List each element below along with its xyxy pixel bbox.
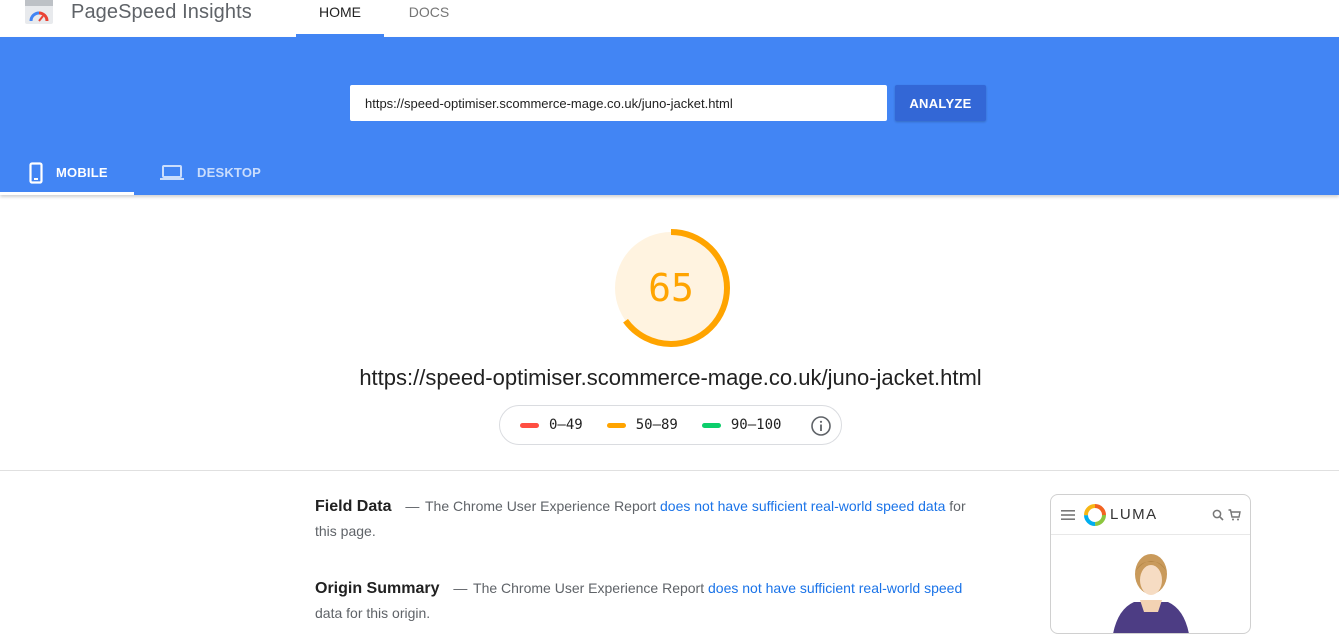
legend-label: 0–49 xyxy=(549,417,583,433)
origin-summary-dash: — xyxy=(453,580,468,596)
legend-swatch xyxy=(701,422,721,428)
field-data-link[interactable]: does not have sufficient real-world spee… xyxy=(660,498,945,514)
legend-swatch xyxy=(606,422,626,428)
legend-swatch xyxy=(520,422,539,428)
pagespeed-logo-icon xyxy=(25,0,53,24)
analyze-button[interactable]: ANALYZE xyxy=(895,85,986,121)
info-icon[interactable] xyxy=(810,415,832,437)
origin-summary-text-after: data for this origin. xyxy=(315,605,431,621)
tested-url: https://speed-optimiser.scommerce-mage.c… xyxy=(359,365,982,390)
origin-summary-text: The Chrome User Experience Report xyxy=(473,580,705,596)
field-data-text: The Chrome User Experience Report xyxy=(425,498,657,514)
legend-item-pass: 90–100 xyxy=(701,417,782,433)
legend-label: 50–89 xyxy=(635,417,678,433)
field-data-dash: — xyxy=(405,498,420,514)
nav-tab-home[interactable]: HOME xyxy=(296,0,384,37)
luma-logo-icon xyxy=(1084,504,1106,526)
legend-label: 90–100 xyxy=(730,417,782,433)
preview-brand: LUMA xyxy=(1110,506,1158,523)
tab-desktop-label: DESKTOP xyxy=(197,165,262,180)
performance-score-gauge: 65 xyxy=(609,226,733,350)
section-divider xyxy=(0,470,1339,471)
nav-tab-docs[interactable]: DOCS xyxy=(393,0,465,37)
url-input[interactable] xyxy=(350,85,887,121)
tab-desktop[interactable]: DESKTOP xyxy=(160,150,280,195)
search-icon xyxy=(1212,509,1224,521)
mobile-phone-icon xyxy=(29,161,43,184)
performance-score-value: 65 xyxy=(648,266,694,310)
tab-mobile[interactable]: MOBILE xyxy=(0,150,134,195)
origin-summary-section: Origin Summary — The Chrome User Experie… xyxy=(315,576,975,626)
cart-icon xyxy=(1228,509,1241,521)
app-title: PageSpeed Insights xyxy=(71,1,252,23)
origin-summary-link[interactable]: does not have sufficient real-world spee… xyxy=(708,580,962,596)
field-data-heading: Field Data xyxy=(315,498,392,515)
score-legend: 0–49 50–89 90–100 xyxy=(499,405,842,445)
analyze-header: ANALYZE MOBILE DESKTOP xyxy=(0,37,1339,195)
field-data-section: Field Data — The Chrome User Experience … xyxy=(315,494,975,544)
legend-item-fail: 0–49 xyxy=(520,417,583,433)
laptop-icon xyxy=(160,164,184,180)
page-screenshot-preview: LUMA xyxy=(1050,494,1251,634)
legend-item-average: 50–89 xyxy=(606,417,678,433)
top-bar: PageSpeed Insights HOME DOCS xyxy=(0,0,1339,37)
origin-summary-heading: Origin Summary xyxy=(315,580,440,597)
menu-icon xyxy=(1061,510,1075,520)
product-image xyxy=(1113,554,1189,633)
preview-header: LUMA xyxy=(1051,495,1250,535)
tab-mobile-label: MOBILE xyxy=(56,165,108,180)
